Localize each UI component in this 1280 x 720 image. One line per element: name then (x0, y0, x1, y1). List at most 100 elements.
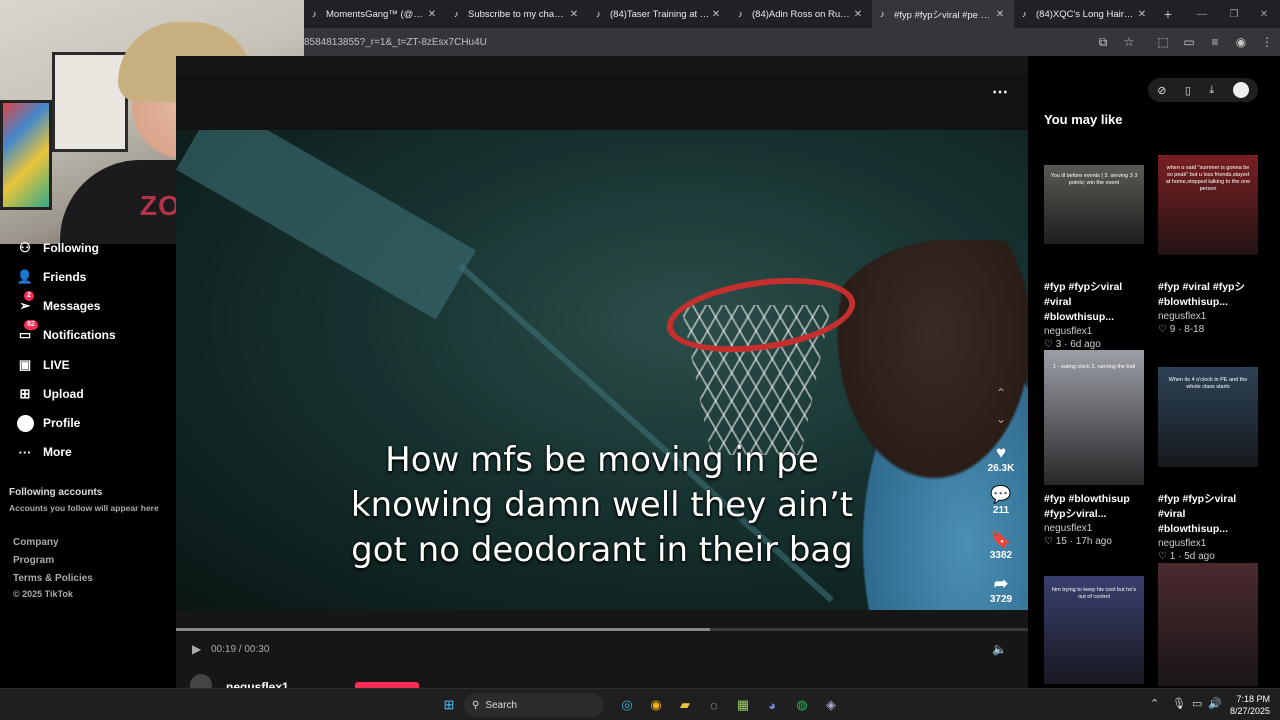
comment-button[interactable]: 💬 211 (978, 485, 1024, 516)
card-title[interactable]: #fyp #viral #fypシ #blowthisup... (1158, 280, 1258, 310)
browser-tab[interactable]: ♪ MomentsGang™ (@moms✕ (304, 0, 446, 28)
browser-tab[interactable]: ♪ #fyp #fypシviral #pe #blo ✕ (872, 0, 1014, 28)
video-player[interactable]: How mfs be moving in pe knowing damn wel… (176, 130, 1028, 610)
save-button[interactable]: 🔖 3382 (978, 530, 1024, 561)
card-likes: 3 (1055, 339, 1062, 350)
tab-label: MomentsGang™ (@moms (326, 8, 426, 20)
card-info: #fyp #blowthisup #fypシviral... negusflex1 ♡… (1044, 488, 1144, 547)
browser-tab[interactable]: ♪ Subscribe to my channel g✕ (446, 0, 588, 28)
download-icon[interactable]: ⤓ (1209, 84, 1214, 97)
minimize-icon[interactable]: — (1186, 0, 1218, 28)
thumbnail-text: him trying to keep his cool but he's out… (1051, 587, 1137, 600)
card-author[interactable]: negusflex1 (1158, 538, 1258, 549)
like-button[interactable]: ♥ 26.3K (978, 443, 1024, 474)
recommended-video-card[interactable]: When its 4 o'clock in PE and the whole c… (1158, 367, 1258, 467)
card-age: 5d ago (1184, 551, 1215, 562)
share-arrow-icon: ➦ (993, 574, 1009, 593)
recommended-video-card[interactable]: when u said "summer is gonna be so peak"… (1158, 155, 1258, 255)
split-view-icon[interactable]: ▭ (1178, 31, 1200, 53)
bookmark-star-icon[interactable]: ☆ (1118, 31, 1140, 53)
tab-close-icon[interactable]: ✕ (426, 9, 438, 20)
browser-tab[interactable]: ♪ (84)XQC's Long Hair: The ✕ (1014, 0, 1156, 28)
card-info: #fyp #fypシviral #viral #blowthisup... negu… (1158, 488, 1258, 562)
author-avatar[interactable] (190, 674, 212, 688)
file-explorer-icon[interactable]: ▰ (674, 694, 696, 716)
volume-icon[interactable]: 🔈 (992, 642, 1007, 656)
new-tab-button[interactable]: + (1156, 6, 1180, 22)
taskbar-search[interactable]: ⚲ Search (464, 693, 604, 717)
tab-close-icon[interactable]: ✕ (852, 9, 864, 20)
share-button[interactable]: ➦ 3729 (978, 574, 1024, 605)
browser-menu-icon[interactable]: ⋮ (1256, 31, 1278, 53)
sidebar-item-upload[interactable]: ⊞ Upload (16, 385, 84, 403)
footer-link-terms[interactable]: Terms & Policies (13, 573, 93, 584)
edge-icon[interactable]: ◎ (616, 694, 638, 716)
maximize-icon[interactable]: ❐ (1218, 0, 1250, 28)
card-title[interactable]: #fyp #fypシviral #viral #blowthisup... (1158, 492, 1258, 537)
browser-tab[interactable]: ♪ (84)Adin Ross on Rust loo ✕ (730, 0, 872, 28)
profile-circle-icon[interactable] (1232, 82, 1249, 98)
monitor-icon[interactable]: ▭ (1192, 697, 1202, 710)
previous-video-icon[interactable]: ⌃ (993, 386, 1009, 400)
recommended-video-card[interactable]: You ill before events | 3. serving 3 3 p… (1044, 165, 1144, 244)
taskbar-clock[interactable]: 7:18 PM 8/27/2025 (1230, 693, 1270, 717)
sidebar-item-profile[interactable]: Profile (16, 414, 80, 432)
video-thumbnail[interactable]: When its 4 o'clock in PE and the whole c… (1158, 367, 1258, 467)
browser-tab[interactable]: ♪ (84)Taser Training at Jeffe ✕ (588, 0, 730, 28)
tab-close-icon[interactable]: ✕ (994, 9, 1006, 20)
recommended-video-card[interactable] (1158, 563, 1258, 686)
card-author[interactable]: negusflex1 (1044, 523, 1144, 534)
sidebar-item-messages[interactable]: ➢ 2 Messages (16, 291, 100, 315)
app-icon[interactable]: ▦ (732, 694, 754, 716)
tray-chevron-icon[interactable]: ⌃ (1150, 697, 1159, 710)
card-author[interactable]: negusflex1 (1044, 326, 1144, 337)
recommended-video-card[interactable]: him trying to keep his cool but he's out… (1044, 576, 1144, 684)
obs-icon[interactable]: ◌ (703, 694, 725, 716)
video-thumbnail[interactable] (1158, 563, 1258, 686)
compass-icon[interactable]: ⊘ (1157, 84, 1166, 97)
profile-avatar-icon[interactable]: ◉ (1230, 31, 1252, 53)
windows-start-icon[interactable]: ⊞ (438, 694, 460, 716)
author-name[interactable]: negusflex1 (226, 680, 289, 688)
sidebar-item-notifications[interactable]: ▭ 82 Notifications (16, 320, 116, 344)
recommended-video-card[interactable]: 1 - eating chick 2. running the ball (1044, 350, 1144, 485)
video-thumbnail[interactable]: 1 - eating chick 2. running the ball (1044, 350, 1144, 485)
sidebar-item-friends[interactable]: 👤 Friends (16, 268, 86, 286)
video-caption-line: knowing damn well they ain’t (350, 485, 854, 525)
spotify-icon[interactable]: ◍ (791, 694, 813, 716)
sidebar-item-label: Friends (43, 270, 87, 284)
upload-plus-icon: ⊞ (19, 386, 31, 401)
sidebar-item-following[interactable]: ⚇ Following (16, 239, 99, 257)
speaker-icon[interactable]: 🔊 (1208, 697, 1222, 710)
more-options-icon[interactable]: ⋯ (992, 82, 1008, 102)
footer-link-program[interactable]: Program (13, 555, 54, 566)
url-field[interactable]: 8584813855?_r=1&_t=ZT-8zEsx7CHu4U (304, 37, 1090, 48)
card-title[interactable]: #fyp #fypシviral #viral #blowthisup... (1044, 280, 1144, 325)
extensions-icon[interactable]: ⬚ (1152, 31, 1174, 53)
video-thumbnail[interactable]: You ill before events | 3. serving 3 3 p… (1044, 165, 1144, 244)
card-age: 6d ago (1070, 339, 1101, 350)
sidebar-item-more[interactable]: ··· More (16, 443, 72, 461)
steam-icon[interactable]: ◈ (820, 694, 842, 716)
tab-close-icon[interactable]: ✕ (568, 9, 580, 20)
footer-link-company[interactable]: Company (13, 537, 59, 548)
card-likes: 9 (1169, 324, 1176, 335)
play-icon[interactable]: ▶ (192, 642, 201, 656)
card-author[interactable]: negusflex1 (1158, 311, 1258, 322)
device-icon[interactable]: ▯ (1185, 84, 1191, 97)
card-title[interactable]: #fyp #blowthisup #fypシviral... (1044, 492, 1144, 522)
microphone-icon[interactable]: 🎙 (1172, 697, 1186, 710)
close-window-icon[interactable]: ✕ (1248, 0, 1280, 28)
video-thumbnail[interactable]: him trying to keep his cool but he's out… (1044, 576, 1144, 684)
video-thumbnail[interactable]: when u said "summer is gonna be so peak"… (1158, 155, 1258, 255)
media-control-icon[interactable]: ≡ (1204, 31, 1226, 53)
tab-close-icon[interactable]: ✕ (1136, 9, 1148, 20)
share-count: 3729 (989, 594, 1013, 605)
chrome-icon[interactable]: ◉ (645, 694, 667, 716)
install-app-icon[interactable]: ⧉ (1092, 31, 1114, 53)
tab-close-icon[interactable]: ✕ (710, 9, 722, 20)
you-may-like-title: You may like (1044, 112, 1123, 127)
sidebar-item-live[interactable]: ▣ LIVE (16, 356, 70, 374)
next-video-icon[interactable]: ⌄ (993, 412, 1009, 426)
discord-icon[interactable]: ◕ (761, 694, 783, 716)
